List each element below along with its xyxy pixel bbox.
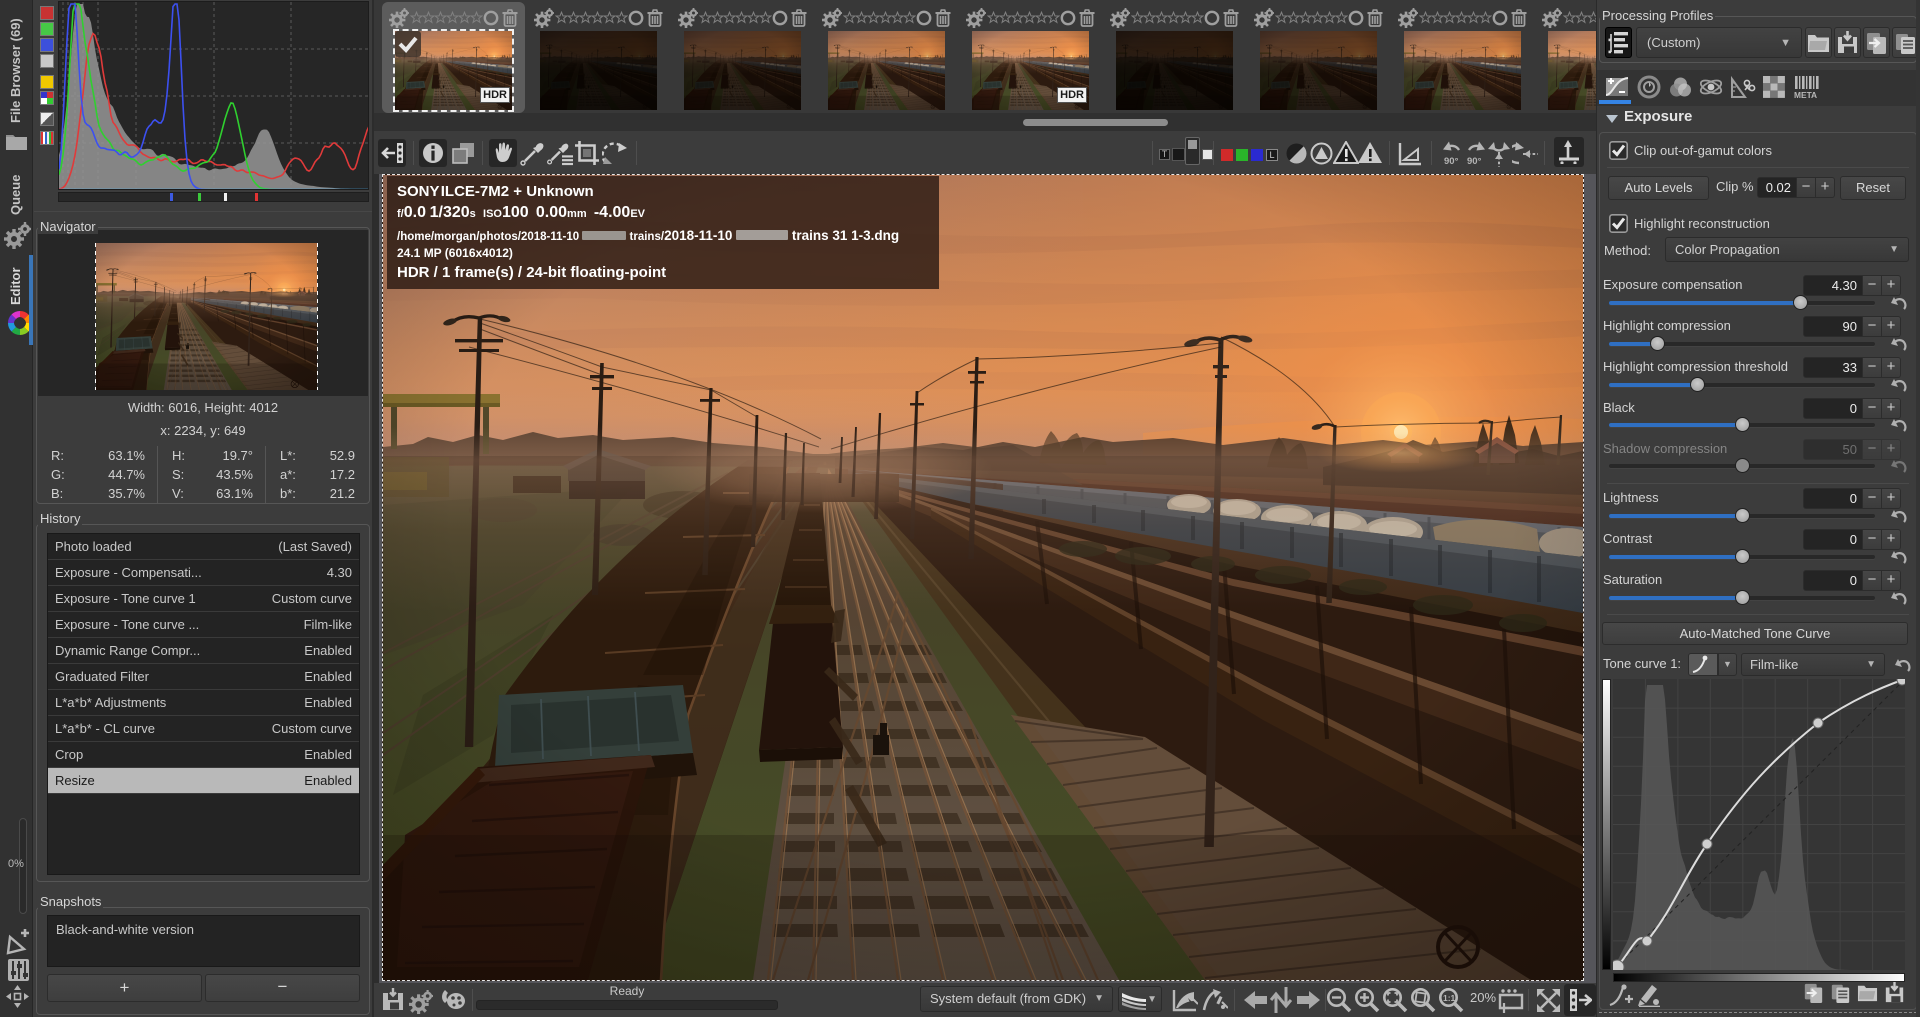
svg-text:META: META [1794, 90, 1817, 99]
svg-text:90°: 90° [1467, 156, 1482, 167]
svg-text:1:1: 1:1 [1443, 993, 1456, 1003]
svg-text:90°: 90° [1444, 156, 1459, 167]
